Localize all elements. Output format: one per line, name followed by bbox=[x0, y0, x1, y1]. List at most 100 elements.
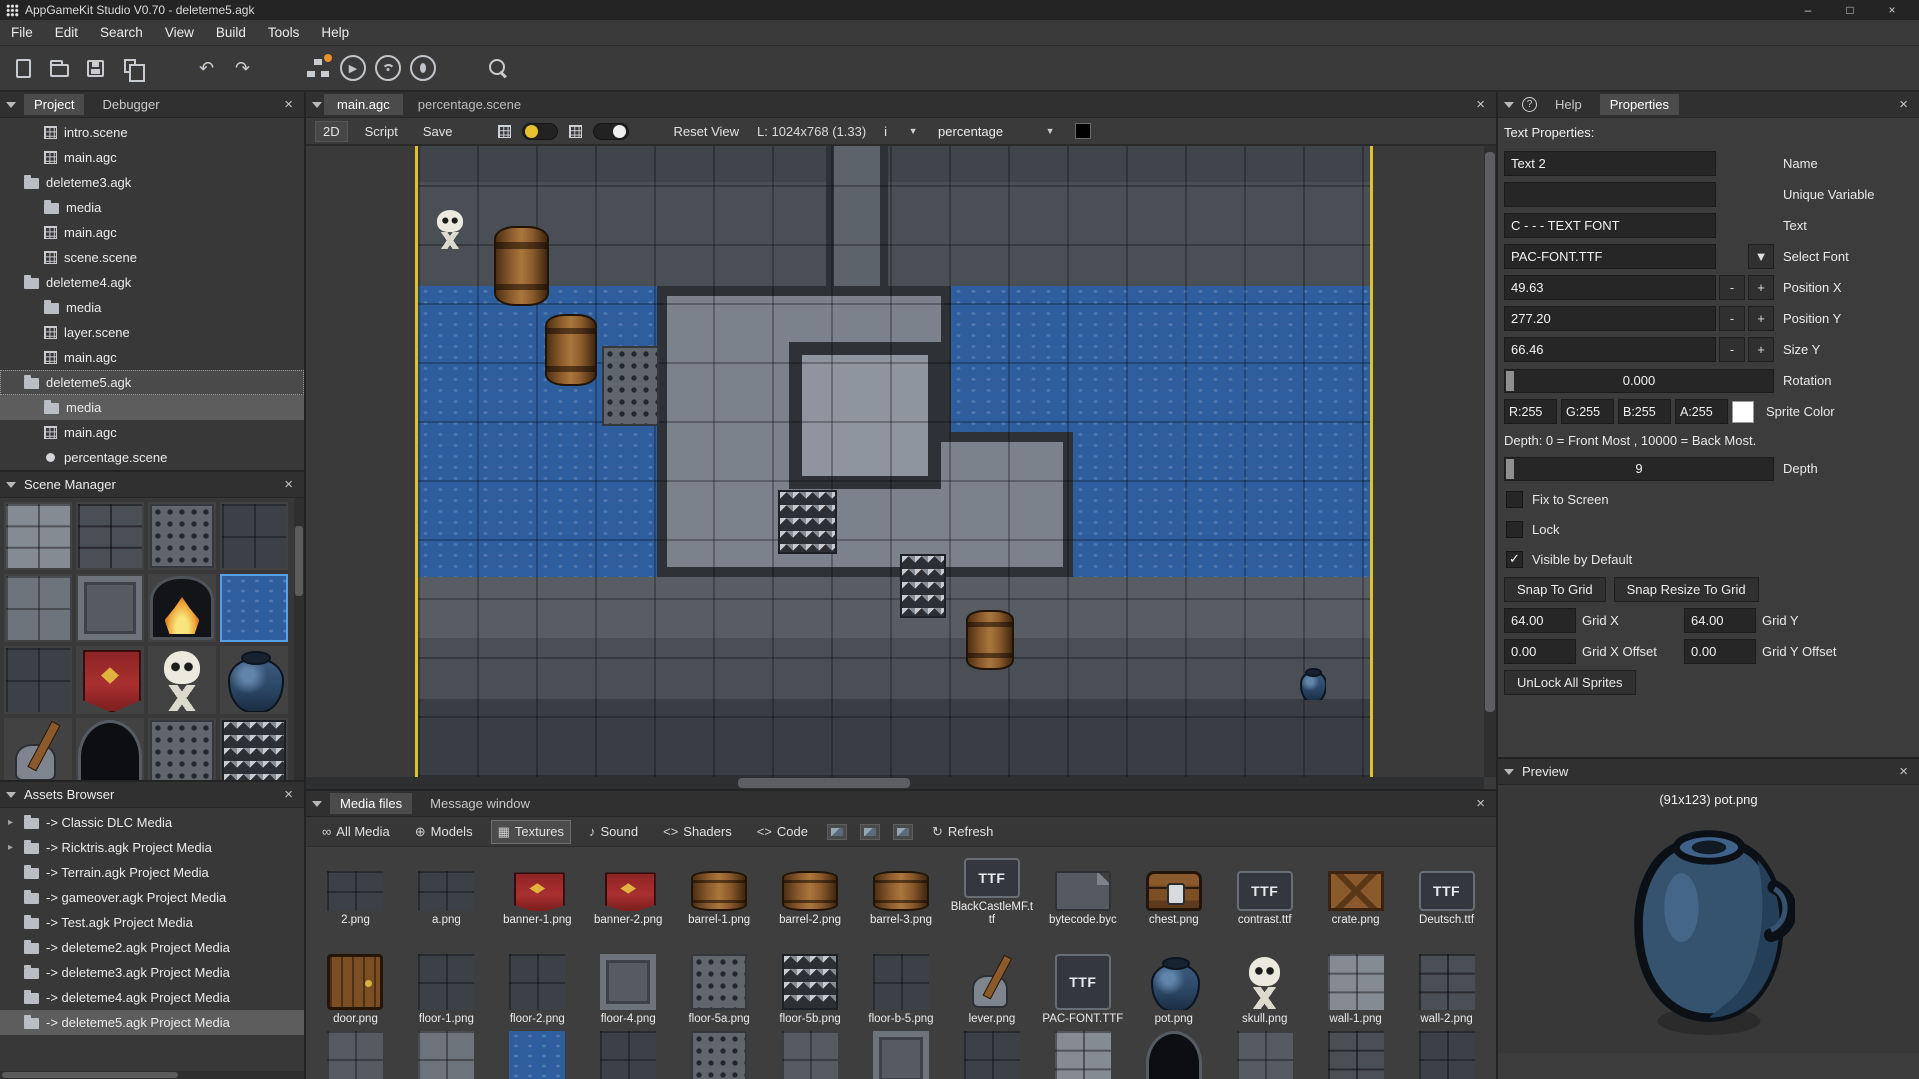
project-tree-item[interactable]: deleteme4.agk bbox=[0, 270, 304, 295]
scene-viewport[interactable] bbox=[306, 146, 1496, 789]
close-icon[interactable]: × bbox=[279, 476, 298, 493]
unlock-all-sprites-button[interactable]: UnLock All Sprites bbox=[1504, 670, 1636, 695]
project-tree-item[interactable]: scene.scene bbox=[0, 245, 304, 270]
scene-manager-tile[interactable] bbox=[220, 718, 288, 780]
grid-y-offset-input[interactable]: 0.00 bbox=[1684, 639, 1756, 664]
size-y-input[interactable]: 66.46 bbox=[1504, 337, 1716, 362]
tab-message-window[interactable]: Message window bbox=[420, 793, 540, 814]
scene-content[interactable] bbox=[418, 146, 1370, 777]
color-a-input[interactable]: A:255 bbox=[1675, 399, 1728, 424]
close-button[interactable]: × bbox=[1871, 0, 1913, 20]
assets-browser-item[interactable]: -> gameover.agk Project Media bbox=[0, 885, 304, 910]
position-x-minus-button[interactable]: - bbox=[1719, 275, 1745, 300]
script-button[interactable]: Script bbox=[358, 122, 405, 141]
snap-toggle[interactable] bbox=[593, 123, 629, 140]
media-file-item[interactable]: skull.png bbox=[1219, 930, 1310, 1029]
project-tree-item[interactable]: main.agc bbox=[0, 145, 304, 170]
position-y-minus-button[interactable]: - bbox=[1719, 306, 1745, 331]
thumb-size-small-button[interactable] bbox=[827, 824, 847, 840]
media-file-item[interactable]: bytecode.byc bbox=[1037, 847, 1128, 930]
snap-resize-to-grid-button[interactable]: Snap Resize To Grid bbox=[1614, 577, 1759, 602]
close-icon[interactable]: × bbox=[279, 786, 298, 803]
media-filter-button[interactable]: ∞ All Media bbox=[316, 821, 396, 842]
info-button[interactable]: i bbox=[877, 122, 894, 141]
media-file-item[interactable]: floor-5b.png bbox=[765, 930, 856, 1029]
export-build-button[interactable] bbox=[304, 55, 331, 82]
panel-menu-icon[interactable] bbox=[6, 482, 16, 488]
scene-manager-tile[interactable] bbox=[4, 502, 72, 570]
media-file-item[interactable]: crate.png bbox=[1310, 847, 1401, 930]
font-select-value[interactable]: PAC-FONT.TTF bbox=[1504, 244, 1716, 269]
spikes-sprite[interactable] bbox=[778, 490, 837, 554]
color-g-input[interactable]: G:255 bbox=[1561, 399, 1614, 424]
scene-manager-tile[interactable] bbox=[76, 646, 144, 714]
depth-slider[interactable]: 9 bbox=[1504, 457, 1774, 481]
panel-menu-icon[interactable] bbox=[312, 102, 322, 108]
close-icon[interactable]: × bbox=[279, 96, 298, 113]
media-file-item[interactable]: chest.png bbox=[1128, 847, 1219, 930]
menu-item[interactable]: Help bbox=[310, 20, 360, 45]
menu-item[interactable]: Build bbox=[205, 20, 257, 45]
assets-browser-item[interactable]: -> deleteme2.agk Project Media bbox=[0, 935, 304, 960]
minimize-button[interactable]: – bbox=[1787, 0, 1829, 20]
tab-properties[interactable]: Properties bbox=[1600, 94, 1679, 115]
media-file-item[interactable]: wall-2.png bbox=[1401, 930, 1492, 1029]
scene-manager-tile[interactable] bbox=[220, 646, 288, 714]
save-all-button[interactable] bbox=[118, 55, 145, 82]
scene-manager-tile[interactable] bbox=[76, 718, 144, 780]
color-r-input[interactable]: R:255 bbox=[1504, 399, 1557, 424]
pot-sprite[interactable] bbox=[1297, 666, 1326, 700]
floor-grate-sprite[interactable] bbox=[602, 346, 659, 426]
mode-2d-button[interactable]: 2D bbox=[316, 122, 347, 141]
media-file-item[interactable]: floor-b-5.png bbox=[856, 930, 947, 1029]
assets-horizontal-scrollbar[interactable] bbox=[0, 1071, 304, 1079]
panel-menu-icon[interactable] bbox=[312, 801, 322, 807]
panel-menu-icon[interactable] bbox=[6, 102, 16, 108]
scene-manager-tile[interactable] bbox=[220, 574, 288, 642]
maximize-button[interactable]: □ bbox=[1829, 0, 1871, 20]
project-tree-item[interactable]: layer.scene bbox=[0, 320, 304, 345]
media-filter-button[interactable]: <> Code bbox=[751, 821, 814, 842]
media-file-item[interactable]: 2.png bbox=[310, 847, 401, 930]
media-file-item[interactable]: banner-2.png bbox=[583, 847, 674, 930]
close-icon[interactable]: × bbox=[1471, 96, 1490, 113]
fix-to-screen-checkbox[interactable] bbox=[1506, 491, 1523, 508]
media-filter-button[interactable]: ⊕ Models bbox=[409, 821, 479, 843]
project-tree-item[interactable]: main.agc bbox=[0, 220, 304, 245]
project-tree-item[interactable]: main.agc bbox=[0, 345, 304, 370]
new-project-button[interactable] bbox=[10, 55, 37, 82]
open-project-button[interactable] bbox=[46, 55, 73, 82]
media-filter-button[interactable]: <> Shaders bbox=[657, 821, 738, 842]
media-file-item[interactable] bbox=[492, 1029, 583, 1079]
close-icon[interactable]: × bbox=[1471, 795, 1490, 812]
assets-browser-item[interactable]: -> deleteme5.agk Project Media bbox=[0, 1010, 304, 1035]
close-icon[interactable]: × bbox=[1894, 96, 1913, 113]
media-file-item[interactable] bbox=[1310, 1029, 1401, 1079]
background-color-swatch[interactable] bbox=[1075, 123, 1091, 139]
menu-item[interactable]: Search bbox=[89, 20, 154, 45]
panel-menu-icon[interactable] bbox=[1504, 102, 1514, 108]
scene-manager-tile[interactable] bbox=[148, 646, 216, 714]
media-filter-button[interactable]: ♪ Sound bbox=[583, 821, 644, 842]
font-dropdown-button[interactable]: ▼ bbox=[1748, 244, 1774, 269]
media-file-item[interactable] bbox=[1037, 1029, 1128, 1079]
panel-menu-icon[interactable] bbox=[6, 792, 16, 798]
canvas-vertical-scrollbar[interactable] bbox=[1484, 146, 1496, 777]
media-file-item[interactable]: a.png bbox=[401, 847, 492, 930]
project-tree-item[interactable]: deleteme3.agk bbox=[0, 170, 304, 195]
media-filter-button[interactable]: ▦ Textures bbox=[492, 821, 570, 843]
grid-x-offset-input[interactable]: 0.00 bbox=[1504, 639, 1576, 664]
color-b-input[interactable]: B:255 bbox=[1618, 399, 1671, 424]
menu-item[interactable]: File bbox=[0, 20, 44, 45]
tab-debugger[interactable]: Debugger bbox=[92, 94, 169, 115]
run-button[interactable]: ▶ bbox=[340, 55, 366, 81]
media-file-item[interactable] bbox=[1401, 1029, 1492, 1079]
media-file-item[interactable]: lever.png bbox=[946, 930, 1037, 1029]
text-input[interactable]: C - - - TEXT FONT bbox=[1504, 213, 1716, 238]
media-file-item[interactable] bbox=[583, 1029, 674, 1079]
position-x-plus-button[interactable]: + bbox=[1748, 275, 1774, 300]
close-icon[interactable]: × bbox=[1894, 763, 1913, 780]
spikes-sprite[interactable] bbox=[900, 554, 946, 618]
assets-browser-item[interactable]: -> Terrain.agk Project Media bbox=[0, 860, 304, 885]
debug-button[interactable] bbox=[410, 55, 436, 81]
